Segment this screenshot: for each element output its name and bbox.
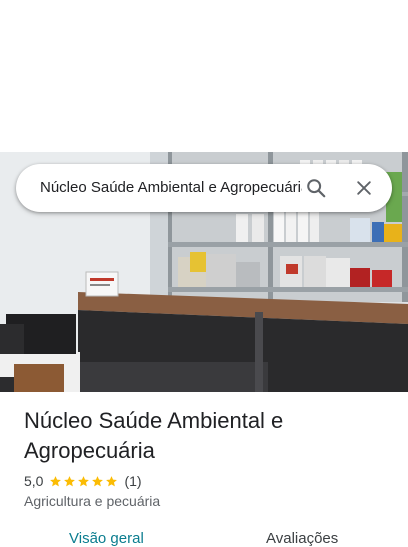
tab-overview[interactable]: Visão geral — [69, 530, 144, 547]
rating-value: 5,0 — [24, 473, 44, 489]
star-icon — [106, 475, 118, 486]
rating-row[interactable]: 5,0 (1) — [24, 472, 142, 490]
close-icon — [357, 181, 371, 195]
star-icon — [78, 475, 90, 486]
star-icon — [64, 475, 76, 486]
star-icon — [50, 475, 62, 486]
clear-search-button[interactable] — [348, 172, 380, 204]
place-category: Agricultura e pecuária — [24, 493, 161, 509]
star-icon — [92, 475, 104, 486]
tab-reviews[interactable]: Avaliações — [266, 530, 338, 547]
search-input[interactable]: Núcleo Saúde Ambiental e Agropecuária — [40, 164, 302, 212]
search-bar[interactable]: Núcleo Saúde Ambiental e Agropecuária — [16, 164, 392, 212]
search-icon — [307, 179, 326, 198]
place-title: Núcleo Saúde Ambiental e Agropecuária — [24, 408, 284, 463]
star-rating — [49, 475, 119, 488]
map-blank-area — [0, 0, 408, 152]
search-button[interactable] — [300, 172, 332, 204]
review-count[interactable]: (1) — [124, 473, 141, 489]
